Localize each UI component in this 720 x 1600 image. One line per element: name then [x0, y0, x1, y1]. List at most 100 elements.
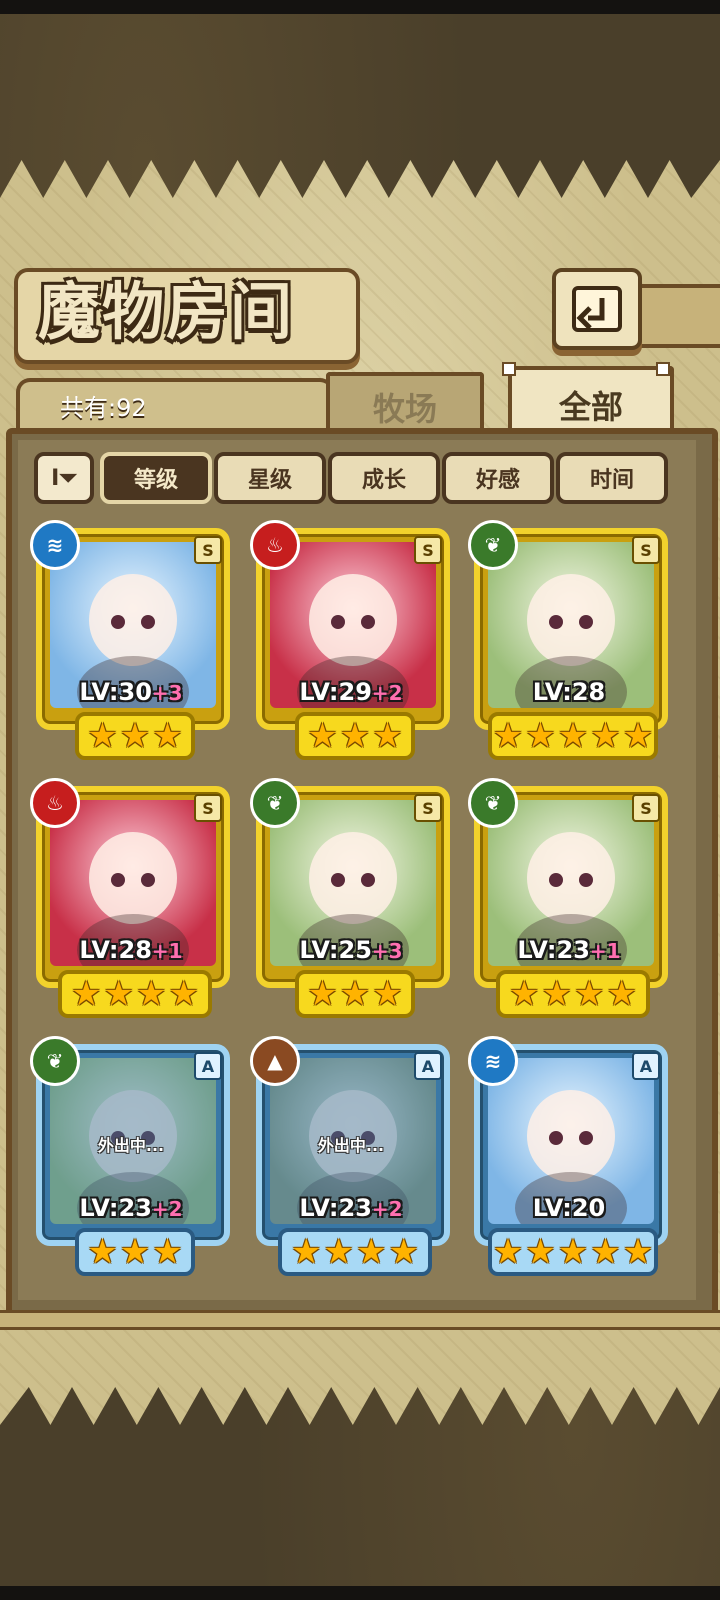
sort-button-level[interactable]: 等级 — [100, 452, 212, 504]
water-element-icon: ≋ — [468, 1036, 518, 1086]
star-icon: ★ — [356, 1232, 387, 1272]
star-icon: ★ — [323, 1232, 354, 1272]
level-value: LV:28 — [79, 936, 152, 964]
sort-button-growth[interactable]: 成长 — [328, 452, 440, 504]
monster-card[interactable]: ▲ A 外出中... LV:23+2 ★ ★ ★ ★ — [250, 1036, 450, 1276]
level-bonus: +1 — [589, 939, 621, 963]
wood-element-icon: ❦ — [468, 520, 518, 570]
wood-element-icon: ❦ — [30, 1036, 80, 1086]
rank-badge: S — [632, 536, 660, 564]
level-label: LV:28+1 — [36, 936, 226, 964]
rank-badge: S — [194, 536, 222, 564]
star-icon: ★ — [509, 974, 540, 1014]
wood-element-icon: ❦ — [250, 778, 300, 828]
star-rating: ★ ★ ★ ★ — [278, 1228, 432, 1276]
level-value: LV:29 — [299, 678, 372, 706]
star-icon: ★ — [622, 716, 654, 756]
sort-button-time[interactable]: 时间 — [556, 452, 668, 504]
rank-badge: S — [632, 794, 660, 822]
star-icon: ★ — [372, 974, 403, 1014]
monster-card[interactable]: ❦ S LV:23+1 ★ ★ ★ ★ — [468, 778, 668, 1018]
level-label: LV:23+2 — [256, 1194, 446, 1222]
monster-count: 共有:92 — [60, 394, 147, 422]
star-icon: ★ — [339, 974, 371, 1014]
star-rating: ★ ★ ★ ★ — [496, 970, 650, 1018]
sort-button-affection[interactable]: 好感 — [442, 452, 554, 504]
status-label: 外出中... — [97, 1136, 165, 1155]
star-icon: ★ — [71, 974, 102, 1014]
monster-card[interactable]: ❦ S LV:28 ★ ★ ★ ★ ★ — [468, 520, 668, 760]
monster-card[interactable]: ❦ A 外出中... LV:23+2 ★ ★ ★ — [30, 1036, 230, 1276]
star-icon: ★ — [119, 1232, 151, 1272]
star-icon: ★ — [541, 974, 572, 1014]
rank-badge: A — [194, 1052, 222, 1080]
star-icon: ★ — [388, 1232, 419, 1272]
level-label: LV:23+2 — [36, 1194, 226, 1222]
earth-element-icon: ▲ — [250, 1036, 300, 1086]
bottom-strip — [0, 1586, 720, 1600]
star-rating: ★ ★ ★ — [75, 712, 195, 760]
monster-card[interactable]: ❦ S LV:25+3 ★ ★ ★ — [250, 778, 450, 1018]
star-icon: ★ — [307, 974, 338, 1014]
level-label: LV:20 — [474, 1194, 664, 1222]
star-icon: ★ — [525, 716, 556, 756]
level-label: LV:25+3 — [256, 936, 446, 964]
sort-order-icon: I⏷ — [51, 465, 77, 491]
level-value: LV:25 — [299, 936, 372, 964]
star-icon: ★ — [152, 716, 183, 756]
star-icon: ★ — [590, 1232, 621, 1272]
level-label: LV:28 — [474, 678, 664, 706]
status-label: 外出中... — [317, 1136, 385, 1155]
star-icon: ★ — [119, 716, 151, 756]
sort-button-stars[interactable]: 星级 — [214, 452, 326, 504]
star-icon: ★ — [557, 1232, 589, 1272]
star-icon: ★ — [525, 1232, 556, 1272]
star-icon: ★ — [574, 974, 605, 1014]
level-label: LV:29+2 — [256, 678, 446, 706]
level-bonus: +1 — [151, 939, 183, 963]
level-bonus: +3 — [371, 939, 403, 963]
star-icon: ★ — [590, 716, 621, 756]
star-icon: ★ — [87, 716, 118, 756]
monster-card[interactable]: ♨ S LV:29+2 ★ ★ ★ — [250, 520, 450, 760]
star-rating: ★ ★ ★ — [295, 712, 415, 760]
back-button[interactable] — [552, 268, 642, 350]
rank-badge: A — [414, 1052, 442, 1080]
rank-badge: S — [194, 794, 222, 822]
rank-badge: S — [414, 794, 442, 822]
star-icon: ★ — [307, 716, 338, 756]
monster-card[interactable]: ≋ S LV:30+3 ★ ★ ★ — [30, 520, 230, 760]
star-icon: ★ — [622, 1232, 654, 1272]
star-icon: ★ — [168, 974, 199, 1014]
level-value: LV:23 — [517, 936, 590, 964]
sort-order-toggle[interactable]: I⏷ — [34, 452, 94, 504]
tab-corner — [656, 362, 670, 376]
level-label: LV:30+3 — [36, 678, 226, 706]
star-rating: ★ ★ ★ — [295, 970, 415, 1018]
tab-corner — [502, 362, 516, 376]
level-bonus: +2 — [151, 1197, 183, 1221]
star-icon: ★ — [372, 716, 403, 756]
star-icon: ★ — [339, 716, 371, 756]
level-bonus: +2 — [371, 681, 403, 705]
page-title: 魔物房间 — [38, 275, 295, 348]
level-bonus: +3 — [151, 681, 183, 705]
star-rating: ★ ★ ★ ★ ★ — [488, 1228, 658, 1276]
panel-bottom-rail — [0, 1310, 720, 1330]
top-strip — [0, 0, 720, 14]
water-element-icon: ≋ — [30, 520, 80, 570]
level-value: LV:28 — [532, 678, 606, 706]
level-value: LV:30 — [79, 678, 152, 706]
monster-card[interactable]: ♨ S LV:28+1 ★ ★ ★ ★ — [30, 778, 230, 1018]
back-arrow-icon — [572, 286, 622, 332]
star-rating: ★ ★ ★ ★ ★ — [488, 712, 658, 760]
star-icon: ★ — [136, 974, 167, 1014]
star-icon: ★ — [103, 974, 134, 1014]
star-icon: ★ — [152, 1232, 183, 1272]
star-icon: ★ — [87, 1232, 118, 1272]
level-value: LV:23 — [79, 1194, 152, 1222]
rank-badge: S — [414, 536, 442, 564]
monster-card[interactable]: ≋ A LV:20 ★ ★ ★ ★ ★ — [468, 1036, 668, 1276]
fire-element-icon: ♨ — [30, 778, 80, 828]
level-label: LV:23+1 — [474, 936, 664, 964]
